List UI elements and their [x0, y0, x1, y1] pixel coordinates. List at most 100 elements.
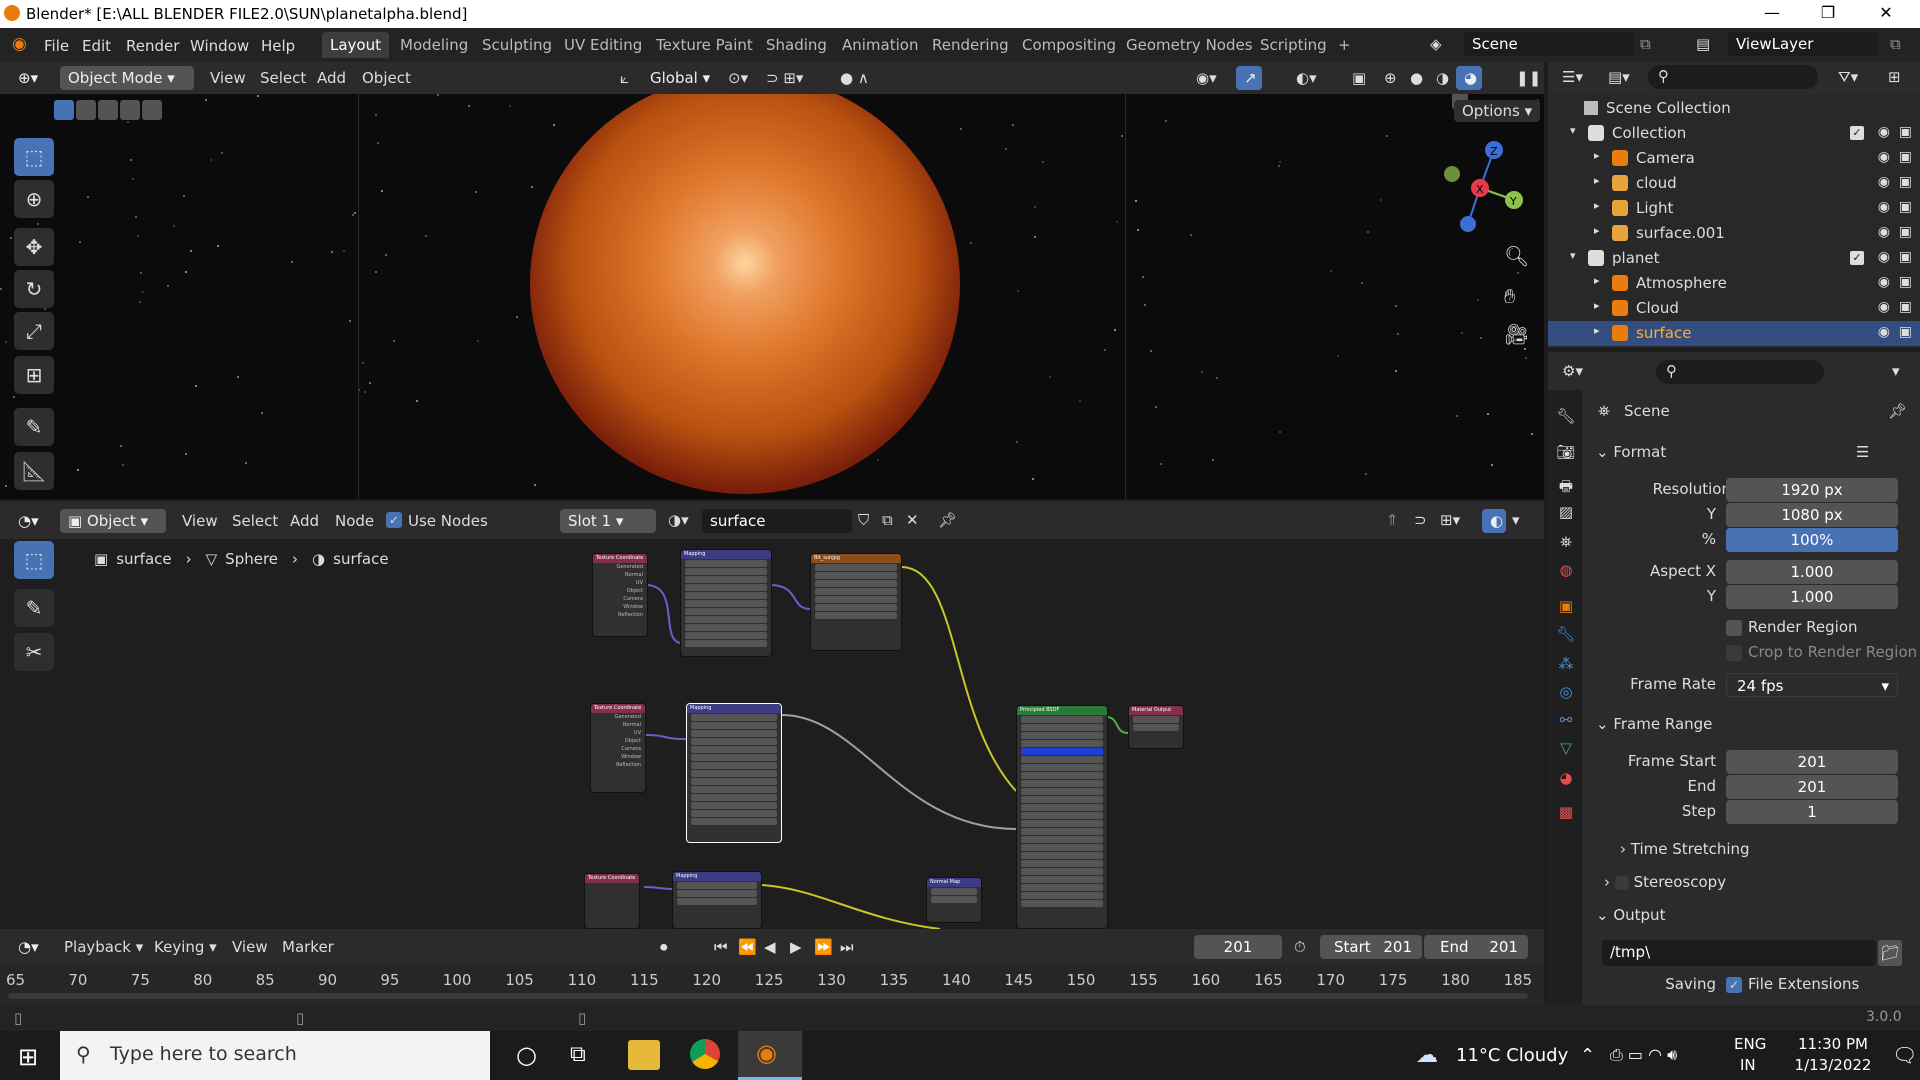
measure-tool-icon[interactable]: 📐︎: [14, 452, 54, 490]
play-reverse-icon[interactable]: ◀: [764, 938, 776, 956]
scene-selector-icon[interactable]: ◈: [1430, 35, 1442, 53]
disclosure-collapsed-icon[interactable]: ▸: [1594, 149, 1600, 162]
frame-rate-dropdown[interactable]: 24 fps ▾: [1726, 673, 1898, 697]
pause-render-icon[interactable]: ❚❚: [1516, 69, 1541, 87]
timeline-marker-menu[interactable]: Marker: [282, 938, 334, 956]
disclosure-collapsed-icon[interactable]: ▸: [1594, 324, 1600, 337]
tab-geometry-nodes[interactable]: Geometry Nodes: [1118, 32, 1261, 58]
outliner-editor-type-icon[interactable]: ☰▾: [1562, 68, 1583, 86]
viewport-menu-add[interactable]: Add: [317, 69, 346, 87]
scene-new-icon[interactable]: ⧉: [1640, 35, 1651, 53]
shader-node-editor[interactable]: ⬚ ✎ ✂ ▣ surface › ▽ Sphere › ◑ surface T…: [0, 539, 1544, 929]
output-tab-icon[interactable]: 🖶︎: [1556, 476, 1576, 496]
outliner-search-input[interactable]: ⚲: [1648, 65, 1818, 89]
disclosure-collapsed-icon[interactable]: ▸: [1594, 299, 1600, 312]
select-extend-icon[interactable]: [76, 100, 96, 120]
select-invert-icon[interactable]: [120, 100, 140, 120]
jump-end-icon[interactable]: ⏭: [840, 938, 854, 956]
node-normal-map[interactable]: Normal Map: [926, 877, 982, 923]
task-view-icon[interactable]: ⧉: [570, 1042, 586, 1067]
visibility-eye-icon[interactable]: ◉: [1878, 299, 1890, 315]
annotate-tool-icon[interactable]: ✎: [14, 408, 54, 446]
disclosure-collapsed-icon[interactable]: ▸: [1594, 199, 1600, 212]
node-mapping[interactable]: Mapping: [680, 549, 772, 657]
constraints-tab-icon[interactable]: ⚯: [1556, 710, 1576, 730]
output-panel-header[interactable]: ⌄ Output: [1596, 906, 1665, 924]
end-frame-field[interactable]: End 201: [1424, 935, 1528, 959]
slot-dropdown[interactable]: Slot 1 ▾: [560, 509, 656, 533]
menu-file[interactable]: File: [44, 37, 69, 55]
presets-icon[interactable]: ☰: [1856, 443, 1869, 461]
camera-view-icon[interactable]: 🎥︎: [1504, 322, 1529, 346]
shading-material-icon[interactable]: ◑: [1436, 69, 1449, 87]
tab-uv-editing[interactable]: UV Editing: [556, 32, 650, 58]
select-box-tool-icon[interactable]: ⬚: [14, 138, 54, 176]
jump-start-icon[interactable]: ⏮: [714, 938, 728, 956]
tab-shading[interactable]: Shading: [758, 32, 835, 58]
exclude-checkbox[interactable]: ✓: [1850, 251, 1864, 265]
resolution-x-field[interactable]: 1920 px: [1726, 478, 1898, 502]
stereoscopy-panel-header[interactable]: › Stereoscopy: [1604, 873, 1726, 891]
visibility-eye-icon[interactable]: ◉: [1878, 249, 1890, 265]
material-name-field[interactable]: surface: [702, 509, 852, 533]
options-dropdown[interactable]: Options ▾: [1454, 100, 1541, 122]
node-editor-type-icon[interactable]: ◔▾: [10, 509, 47, 533]
stopwatch-icon[interactable]: ⏱: [1294, 938, 1306, 956]
node-menu-add[interactable]: Add: [290, 512, 319, 530]
tab-texture-paint[interactable]: Texture Paint: [648, 32, 761, 58]
properties-options-icon[interactable]: ▾: [1892, 362, 1900, 380]
blender-menu-icon[interactable]: ◉: [12, 34, 27, 54]
pin-icon[interactable]: 📌︎: [938, 511, 957, 529]
render-camera-icon[interactable]: ▣: [1899, 299, 1912, 315]
select-intersect-icon[interactable]: [142, 100, 162, 120]
timeline-ruler[interactable]: 65 70 75 80 85 90 95 100 105 110 115 120 125 130 135 14…: [0, 965, 1544, 1005]
frame-step-field[interactable]: 1: [1726, 800, 1898, 824]
move-tool-icon[interactable]: ✥: [14, 228, 54, 266]
tray-icons[interactable]: ⎙ ▭ ◠ 🔊︎: [1610, 1045, 1677, 1065]
scene-tab-icon[interactable]: ⛯: [1556, 532, 1576, 552]
render-camera-icon[interactable]: ▣: [1899, 224, 1912, 240]
disclosure-collapsed-icon[interactable]: ▸: [1594, 224, 1600, 237]
render-tab-icon[interactable]: 📷︎: [1556, 442, 1576, 462]
stereoscopy-checkbox[interactable]: [1614, 875, 1629, 890]
transform-tool-icon[interactable]: ⊞: [14, 356, 54, 394]
rotate-tool-icon[interactable]: ↻: [14, 270, 54, 308]
language-label[interactable]: ENG: [1734, 1035, 1766, 1053]
scene-field[interactable]: Scene: [1464, 32, 1634, 56]
shading-rendered-icon[interactable]: ◕: [1456, 66, 1482, 90]
shading-wireframe-icon[interactable]: ⊕: [1384, 69, 1397, 87]
select-subtract-icon[interactable]: [98, 100, 118, 120]
xray-icon[interactable]: ▣: [1352, 69, 1366, 87]
parent-node-tree-icon[interactable]: ⇑: [1386, 511, 1399, 529]
visibility-eye-icon[interactable]: ◉: [1878, 274, 1890, 290]
outliner-row-surface[interactable]: ▸ surface ◉ ▣: [1548, 321, 1920, 346]
resolution-percent-field[interactable]: 100%: [1726, 528, 1898, 552]
windows-start-icon[interactable]: ⊞: [18, 1043, 38, 1071]
filter-icon[interactable]: ⛛▾: [1838, 68, 1858, 86]
tab-modeling[interactable]: Modeling: [392, 32, 476, 58]
world-tab-icon[interactable]: ◍: [1556, 560, 1576, 580]
outliner-row-camera[interactable]: ▸ Camera ◉ ▣: [1548, 146, 1920, 171]
fake-user-icon[interactable]: ⛉: [858, 511, 869, 529]
viewport-menu-select[interactable]: Select: [260, 69, 306, 87]
outliner-row-light[interactable]: ▸ Light ◉ ▣: [1548, 196, 1920, 221]
disclosure-collapsed-icon[interactable]: ▸: [1594, 174, 1600, 187]
scale-tool-icon[interactable]: ⤢: [14, 312, 54, 350]
node-image-texture[interactable]: Bit_sunjpg: [810, 553, 902, 651]
new-collection-icon[interactable]: ⊞: [1888, 68, 1901, 86]
menu-window[interactable]: Window: [190, 37, 249, 55]
render-region-checkbox[interactable]: [1726, 620, 1742, 636]
file-explorer-icon[interactable]: [628, 1040, 660, 1070]
visibility-eye-icon[interactable]: ◉: [1878, 174, 1890, 190]
display-mode-icon[interactable]: ▤▾: [1608, 68, 1630, 86]
object-mode-dropdown[interactable]: Object Mode ▾: [60, 66, 194, 90]
properties-editor-type-icon[interactable]: ⚙▾: [1562, 362, 1583, 380]
current-frame-field[interactable]: 201: [1194, 935, 1282, 959]
weather-label[interactable]: 11°C Cloudy: [1456, 1045, 1568, 1066]
outliner-row-atmosphere[interactable]: ▸ Atmosphere ◉ ▣: [1548, 271, 1920, 296]
render-camera-icon[interactable]: ▣: [1899, 274, 1912, 290]
node-texture-coordinate-3[interactable]: Texture Coordinate: [584, 873, 640, 929]
maximize-button[interactable]: ❐: [1808, 3, 1848, 22]
object-tab-icon[interactable]: ▣: [1556, 596, 1576, 616]
record-icon[interactable]: ⏺: [660, 938, 668, 956]
